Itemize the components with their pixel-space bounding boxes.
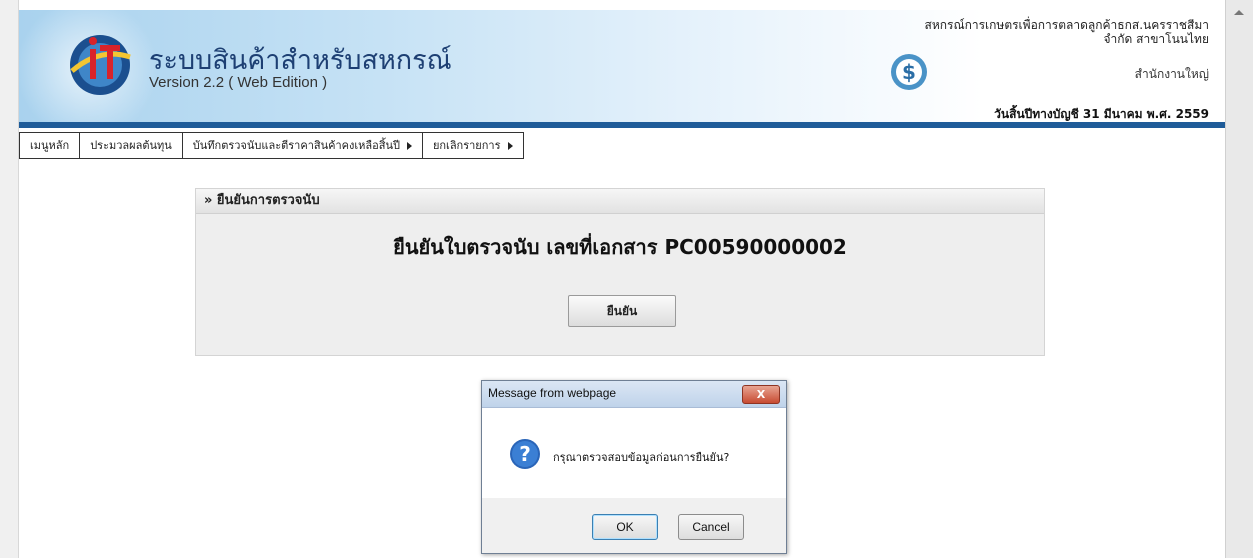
close-icon: X: [756, 388, 766, 401]
branch-label: สำนักงานใหญ่: [1134, 67, 1209, 81]
confirm-button[interactable]: ยืนยัน: [568, 295, 676, 327]
window-left-frame: [0, 0, 19, 558]
organization-branch-name: จำกัด สาขาโนนไทย: [1103, 32, 1209, 46]
main-menu-bar: เมนูหลัก ประมวลผลต้นทุน บันทึกตรวจนับและ…: [19, 132, 524, 159]
close-button[interactable]: X: [742, 385, 780, 404]
menu-item-label: ประมวลผลต้นทุน: [90, 139, 172, 152]
dialog-title-bar: Message from webpage X: [482, 381, 786, 408]
question-icon: ?: [510, 439, 540, 469]
menu-item-stock-count[interactable]: บันทึกตรวจนับและตีราคาสินค้าคงเหลือสิ้นป…: [183, 133, 423, 158]
svg-text:?: ?: [519, 442, 531, 466]
menu-item-label: บันทึกตรวจนับและตีราคาสินค้าคงเหลือสิ้นป…: [192, 139, 400, 152]
menu-item-cancel-transaction[interactable]: ยกเลิกรายการ: [423, 133, 523, 158]
menu-item-main[interactable]: เมนูหลัก: [20, 133, 81, 158]
confirm-message: ยืนยันใบตรวจนับ เลขที่เอกสาร PC005900000…: [393, 235, 847, 259]
app-header: ระบบสินค้าสำหรับสหกรณ์ Version 2.2 ( Web…: [19, 10, 1225, 128]
menu-item-label: ยกเลิกรายการ: [432, 139, 501, 152]
scroll-up-arrow-icon[interactable]: [1234, 10, 1244, 15]
menu-item-process-cost[interactable]: ประมวลผลต้นทุน: [80, 133, 183, 158]
header-divider-bar: [19, 122, 1225, 128]
dialog-body: ? กรุณาตรวจสอบข้อมูลก่อนการยืนยัน?: [482, 408, 786, 498]
message-dialog: Message from webpage X ? กรุณาตรวจสอบข้อ…: [481, 380, 787, 554]
menu-item-label: เมนูหลัก: [30, 139, 70, 152]
submenu-arrow-icon: [507, 142, 513, 150]
it-logo-icon: [70, 35, 131, 95]
app-version: Version 2.2 ( Web Edition ): [149, 74, 328, 91]
vertical-scrollbar[interactable]: [1225, 0, 1253, 558]
ok-button[interactable]: OK: [592, 514, 658, 540]
cancel-button[interactable]: Cancel: [678, 514, 744, 540]
panel-title: » ยืนยันการตรวจนับ: [196, 189, 1044, 214]
svg-text:$: $: [902, 60, 916, 84]
confirm-count-panel: » ยืนยันการตรวจนับ ยืนยันใบตรวจนับ เลขที…: [195, 188, 1045, 356]
dialog-title: Message from webpage: [488, 386, 617, 400]
page: ระบบสินค้าสำหรับสหกรณ์ Version 2.2 ( Web…: [19, 0, 1225, 558]
submenu-arrow-icon: [406, 142, 412, 150]
dollar-icon: $: [891, 54, 927, 90]
dialog-message: กรุณาตรวจสอบข้อมูลก่อนการยืนยัน?: [553, 451, 730, 464]
